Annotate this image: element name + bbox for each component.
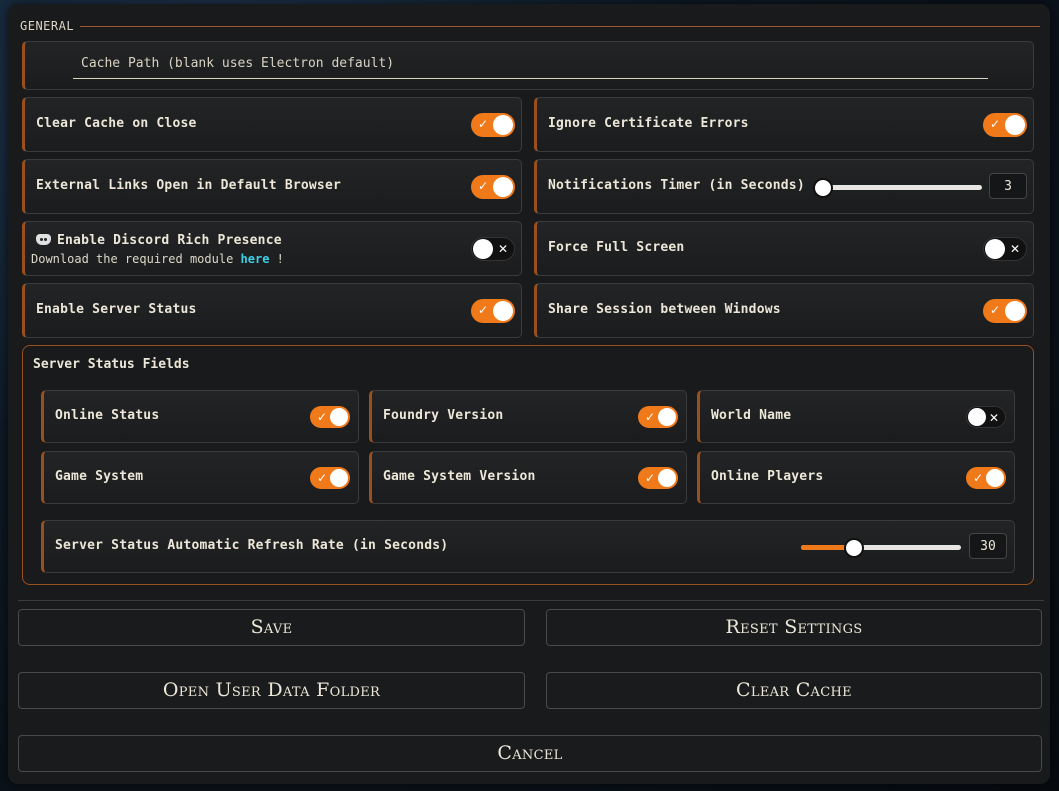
full-screen-toggle[interactable]: ✕ bbox=[983, 237, 1027, 261]
discord-module-link[interactable]: here bbox=[241, 252, 270, 266]
clear-cache-toggle[interactable]: ✓ bbox=[471, 113, 515, 137]
check-icon: ✓ bbox=[645, 471, 656, 485]
toggle-knob bbox=[493, 177, 513, 197]
check-icon: ✓ bbox=[478, 303, 489, 317]
check-icon: ✓ bbox=[478, 117, 489, 131]
game-system-version-toggle[interactable]: ✓ bbox=[638, 467, 678, 489]
ignore-cert-label: Ignore Certificate Errors bbox=[548, 116, 749, 131]
game-system-row: Game System ✓ bbox=[41, 451, 359, 504]
notifications-timer-row: Notifications Timer (in Seconds) 3 bbox=[534, 159, 1034, 214]
settings-window: GENERAL Cache Path (blank uses Electron … bbox=[8, 4, 1050, 784]
cancel-button[interactable]: Cancel bbox=[18, 735, 1042, 772]
discord-note: Download the required module here ! bbox=[31, 252, 284, 266]
toggle-knob bbox=[658, 408, 676, 426]
check-icon: ✓ bbox=[990, 117, 1001, 131]
toggle-knob bbox=[330, 469, 348, 487]
toggle-knob bbox=[985, 239, 1005, 259]
clear-cache-label: Clear Cache on Close bbox=[36, 116, 197, 131]
refresh-rate-value[interactable]: 30 bbox=[969, 533, 1007, 559]
section-divider bbox=[18, 600, 1044, 601]
general-legend: GENERAL bbox=[20, 16, 1040, 36]
online-status-row: Online Status ✓ bbox=[41, 390, 359, 443]
cache-path-input[interactable]: Cache Path (blank uses Electron default) bbox=[73, 54, 988, 79]
share-session-label: Share Session between Windows bbox=[548, 302, 781, 317]
discord-icon bbox=[36, 234, 51, 245]
clear-cache-button[interactable]: Clear Cache bbox=[546, 672, 1042, 709]
discord-label: Enable Discord Rich Presence bbox=[57, 233, 282, 248]
online-players-toggle[interactable]: ✓ bbox=[966, 467, 1006, 489]
open-user-data-folder-button[interactable]: Open User Data Folder bbox=[18, 672, 525, 709]
full-screen-row: Force Full Screen ✕ bbox=[534, 221, 1034, 276]
server-status-label: Enable Server Status bbox=[36, 302, 197, 317]
check-icon: ✓ bbox=[973, 471, 984, 485]
clear-cache-row: Clear Cache on Close ✓ bbox=[22, 97, 522, 152]
check-icon: ✓ bbox=[317, 410, 328, 424]
toggle-knob bbox=[330, 408, 348, 426]
notifications-timer-slider-knob[interactable] bbox=[813, 178, 833, 198]
share-session-toggle[interactable]: ✓ bbox=[983, 299, 1027, 323]
discord-row: Enable Discord Rich Presence Download th… bbox=[22, 221, 522, 276]
server-status-toggle[interactable]: ✓ bbox=[471, 299, 515, 323]
discord-note-suffix: ! bbox=[276, 252, 284, 266]
toggle-knob bbox=[473, 239, 493, 259]
toggle-knob bbox=[493, 301, 513, 321]
discord-toggle[interactable]: ✕ bbox=[471, 237, 515, 261]
discord-label-wrap: Enable Discord Rich Presence bbox=[36, 233, 282, 248]
online-players-row: Online Players ✓ bbox=[697, 451, 1015, 504]
world-name-label: World Name bbox=[711, 408, 792, 423]
world-name-row: World Name ✕ bbox=[697, 390, 1015, 443]
check-icon: ✓ bbox=[645, 410, 656, 424]
server-status-fields-title: Server Status Fields bbox=[33, 357, 190, 372]
external-links-label: External Links Open in Default Browser bbox=[36, 178, 342, 193]
toggle-knob bbox=[968, 408, 986, 426]
foundry-version-label: Foundry Version bbox=[383, 408, 504, 423]
notifications-timer-slider[interactable] bbox=[822, 185, 982, 190]
online-status-label: Online Status bbox=[55, 408, 160, 423]
full-screen-label: Force Full Screen bbox=[548, 240, 685, 255]
game-system-toggle[interactable]: ✓ bbox=[310, 467, 350, 489]
toggle-knob bbox=[493, 115, 513, 135]
external-links-row: External Links Open in Default Browser ✓ bbox=[22, 159, 522, 214]
legend-divider bbox=[80, 25, 1040, 27]
refresh-rate-slider-knob[interactable] bbox=[844, 538, 864, 558]
notifications-timer-label: Notifications Timer (in Seconds) bbox=[548, 178, 805, 193]
refresh-rate-row: Server Status Automatic Refresh Rate (in… bbox=[41, 520, 1015, 573]
ignore-cert-row: Ignore Certificate Errors ✓ bbox=[534, 97, 1034, 152]
foundry-version-row: Foundry Version ✓ bbox=[369, 390, 687, 443]
world-name-toggle[interactable]: ✕ bbox=[966, 406, 1006, 428]
discord-note-text: Download the required module bbox=[31, 252, 234, 266]
x-icon: ✕ bbox=[988, 411, 999, 425]
online-players-label: Online Players bbox=[711, 469, 824, 484]
ignore-cert-toggle[interactable]: ✓ bbox=[983, 113, 1027, 137]
x-icon: ✕ bbox=[497, 242, 508, 256]
online-status-toggle[interactable]: ✓ bbox=[310, 406, 350, 428]
game-system-version-row: Game System Version ✓ bbox=[369, 451, 687, 504]
cache-path-row: Cache Path (blank uses Electron default) bbox=[22, 41, 1034, 90]
toggle-knob bbox=[1005, 115, 1025, 135]
check-icon: ✓ bbox=[478, 179, 489, 193]
general-legend-label: GENERAL bbox=[20, 19, 75, 33]
server-status-fields-group: Server Status Fields Online Status ✓ Fou… bbox=[22, 345, 1034, 585]
check-icon: ✓ bbox=[990, 303, 1001, 317]
reset-settings-button[interactable]: Reset Settings bbox=[546, 609, 1042, 646]
check-icon: ✓ bbox=[317, 471, 328, 485]
game-system-version-label: Game System Version bbox=[383, 469, 536, 484]
share-session-row: Share Session between Windows ✓ bbox=[534, 283, 1034, 338]
toggle-knob bbox=[986, 469, 1004, 487]
server-status-row: Enable Server Status ✓ bbox=[22, 283, 522, 338]
game-system-label: Game System bbox=[55, 469, 144, 484]
notifications-timer-value[interactable]: 3 bbox=[989, 173, 1027, 199]
external-links-toggle[interactable]: ✓ bbox=[471, 175, 515, 199]
x-icon: ✕ bbox=[1009, 242, 1020, 256]
refresh-rate-label: Server Status Automatic Refresh Rate (in… bbox=[55, 538, 449, 553]
toggle-knob bbox=[1005, 301, 1025, 321]
foundry-version-toggle[interactable]: ✓ bbox=[638, 406, 678, 428]
save-button[interactable]: Save bbox=[18, 609, 525, 646]
toggle-knob bbox=[658, 469, 676, 487]
